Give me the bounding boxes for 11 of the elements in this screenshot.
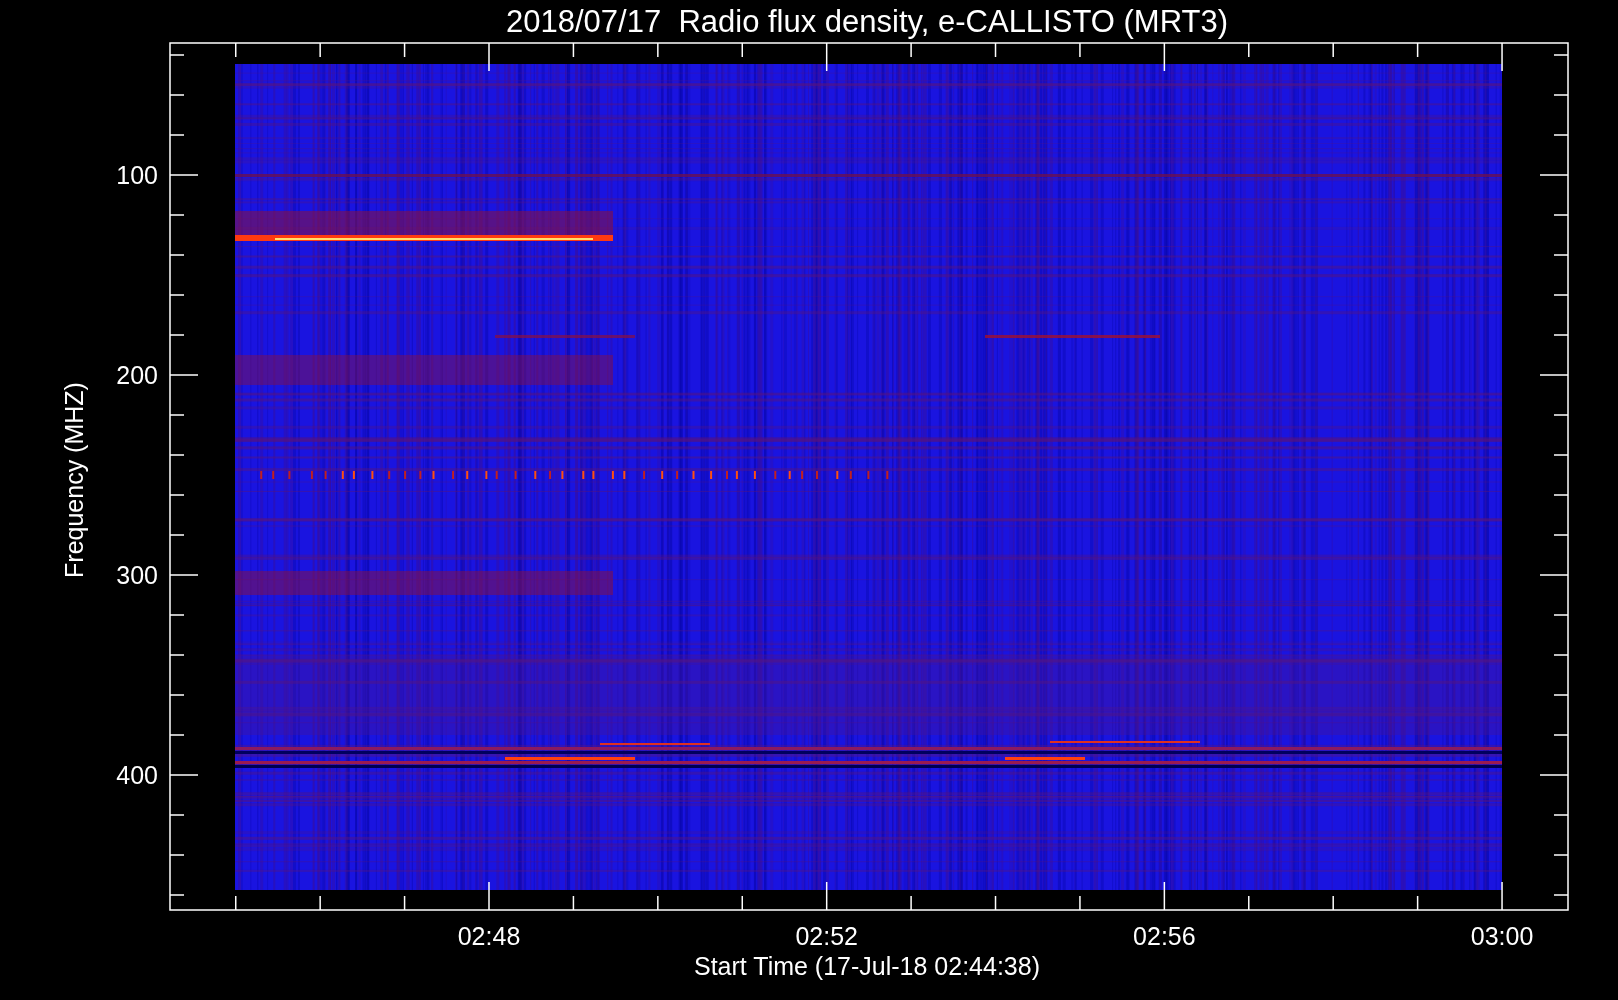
axis-tick-label: 400 <box>116 761 158 789</box>
axis-tick-label: 100 <box>116 161 158 189</box>
axis-tick-label: 200 <box>116 361 158 389</box>
axis-label: Start Time (17-Jul-18 02:44:38) <box>694 952 1040 980</box>
chart-title: 2018/07/17 Radio flux density, e-CALLISTO (MRT3) <box>506 4 1228 39</box>
axis-tick-label: 02:48 <box>457 922 521 950</box>
axis-tick-label: 02:52 <box>795 922 858 950</box>
axis-label: Frequency (MHZ) <box>60 382 88 578</box>
axis-tick-label: 02:56 <box>1133 922 1196 950</box>
axis-tick-label: 03:00 <box>1470 922 1534 950</box>
axis-tick-label: 300 <box>116 561 158 589</box>
